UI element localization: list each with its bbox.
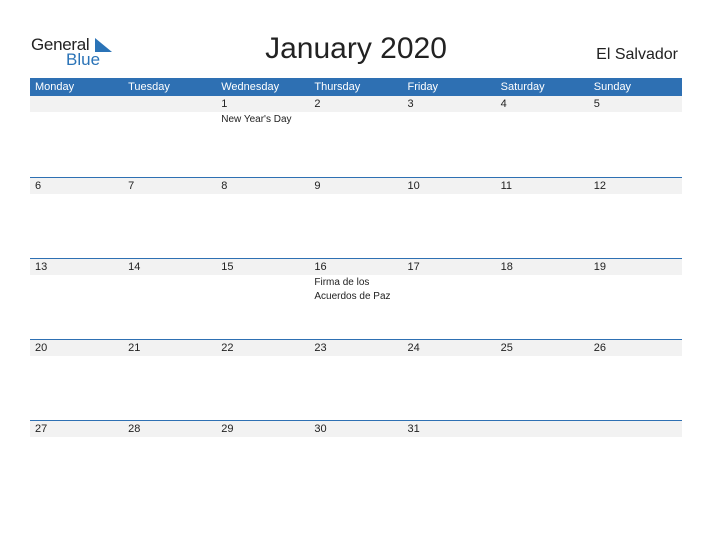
day-number: 21 <box>128 342 141 354</box>
week-row: 27 28 29 30 31 <box>30 420 682 501</box>
holiday-event <box>123 437 216 438</box>
holiday-event <box>309 194 402 195</box>
day-number-row: 27 28 29 30 31 <box>30 421 682 437</box>
day-number: 19 <box>593 261 606 273</box>
day-number: 26 <box>593 342 606 354</box>
day-number: 3 <box>407 98 414 110</box>
country-label: El Salvador <box>596 46 678 63</box>
holiday-event <box>496 112 589 127</box>
holiday-event <box>589 275 682 304</box>
day-number-row: 20 21 22 23 24 25 26 <box>30 340 682 356</box>
holiday-event <box>123 275 216 304</box>
weekday-wednesday: Wednesday <box>221 81 280 93</box>
day-number: 10 <box>407 180 420 192</box>
holiday-event <box>309 112 402 127</box>
day-number: 5 <box>593 98 600 110</box>
holiday-event <box>30 112 123 127</box>
event-row: New Year's Day <box>30 112 682 127</box>
day-number: 17 <box>407 261 420 273</box>
day-number: 20 <box>35 342 48 354</box>
holiday-event <box>30 356 123 357</box>
weekday-header: Monday Tuesday Wednesday Thursday Friday… <box>30 78 682 96</box>
week-row: 1 2 3 4 5 New Year's Day <box>30 96 682 177</box>
day-number: 13 <box>35 261 48 273</box>
day-number <box>30 96 123 112</box>
weekday-sunday: Sunday <box>593 81 632 93</box>
holiday-event <box>403 275 496 304</box>
holiday-event <box>123 112 216 127</box>
holiday-event <box>589 112 682 127</box>
day-number: 11 <box>500 180 513 192</box>
holiday-event <box>216 356 309 357</box>
holiday-event <box>403 356 496 357</box>
day-number: 27 <box>35 423 48 435</box>
holiday-event <box>309 437 402 438</box>
day-number: 9 <box>314 180 321 192</box>
holiday-event <box>403 437 496 438</box>
week-row: 13 14 15 16 17 18 19 Firma de los Acuerdos de P… <box>30 258 682 339</box>
day-number: 7 <box>128 180 135 192</box>
day-number: 14 <box>128 261 141 273</box>
holiday-event <box>30 437 123 438</box>
holiday-event <box>496 437 589 438</box>
day-number: 28 <box>128 423 141 435</box>
day-number: 30 <box>314 423 327 435</box>
day-number: 18 <box>500 261 513 273</box>
day-number: 29 <box>221 423 234 435</box>
day-number: 2 <box>314 98 321 110</box>
holiday-event <box>496 356 589 357</box>
event-row <box>30 356 682 357</box>
weekday-thursday: Thursday <box>314 81 361 93</box>
holiday-event <box>403 112 496 127</box>
holiday-event: New Year's Day <box>221 114 292 125</box>
holiday-event: Firma de los Acuerdos de Paz <box>314 277 391 302</box>
week-row: 20 21 22 23 24 25 26 <box>30 339 682 420</box>
day-number: 6 <box>35 180 42 192</box>
holiday-event <box>309 356 402 357</box>
holiday-event <box>216 437 309 438</box>
holiday-event <box>496 275 589 304</box>
holiday-event <box>589 356 682 357</box>
holiday-event <box>589 437 682 438</box>
day-number: 4 <box>500 98 507 110</box>
holiday-event <box>403 194 496 195</box>
weekday-friday: Friday <box>407 81 439 93</box>
day-number: 31 <box>407 423 420 435</box>
event-row <box>30 437 682 438</box>
day-number: 8 <box>221 180 228 192</box>
day-number <box>123 96 216 112</box>
day-number <box>496 421 589 437</box>
day-number: 16 <box>314 261 327 273</box>
event-row: Firma de los Acuerdos de Paz <box>30 275 682 304</box>
holiday-event <box>123 356 216 357</box>
day-number-row: 13 14 15 16 17 18 19 <box>30 259 682 275</box>
holiday-event <box>496 194 589 195</box>
weekday-monday: Monday <box>35 81 75 93</box>
calendar-grid: Monday Tuesday Wednesday Thursday Friday… <box>30 78 682 501</box>
holiday-event <box>216 194 309 195</box>
holiday-event <box>216 275 309 304</box>
day-number: 23 <box>314 342 327 354</box>
holiday-event <box>30 194 123 195</box>
day-number: 15 <box>221 261 234 273</box>
holiday-event <box>589 194 682 195</box>
holiday-event <box>30 275 123 304</box>
day-number-row: 1 2 3 4 5 <box>30 96 682 112</box>
day-number <box>589 421 682 437</box>
day-number: 1 <box>221 98 228 110</box>
day-number: 22 <box>221 342 234 354</box>
week-row: 6 7 8 9 10 11 12 <box>30 177 682 258</box>
day-number: 25 <box>500 342 513 354</box>
day-number-row: 6 7 8 9 10 11 12 <box>30 178 682 194</box>
day-number: 12 <box>593 180 606 192</box>
weekday-tuesday: Tuesday <box>128 81 170 93</box>
day-number: 24 <box>407 342 420 354</box>
holiday-event <box>123 194 216 195</box>
weekday-saturday: Saturday <box>500 81 545 93</box>
event-row <box>30 194 682 195</box>
